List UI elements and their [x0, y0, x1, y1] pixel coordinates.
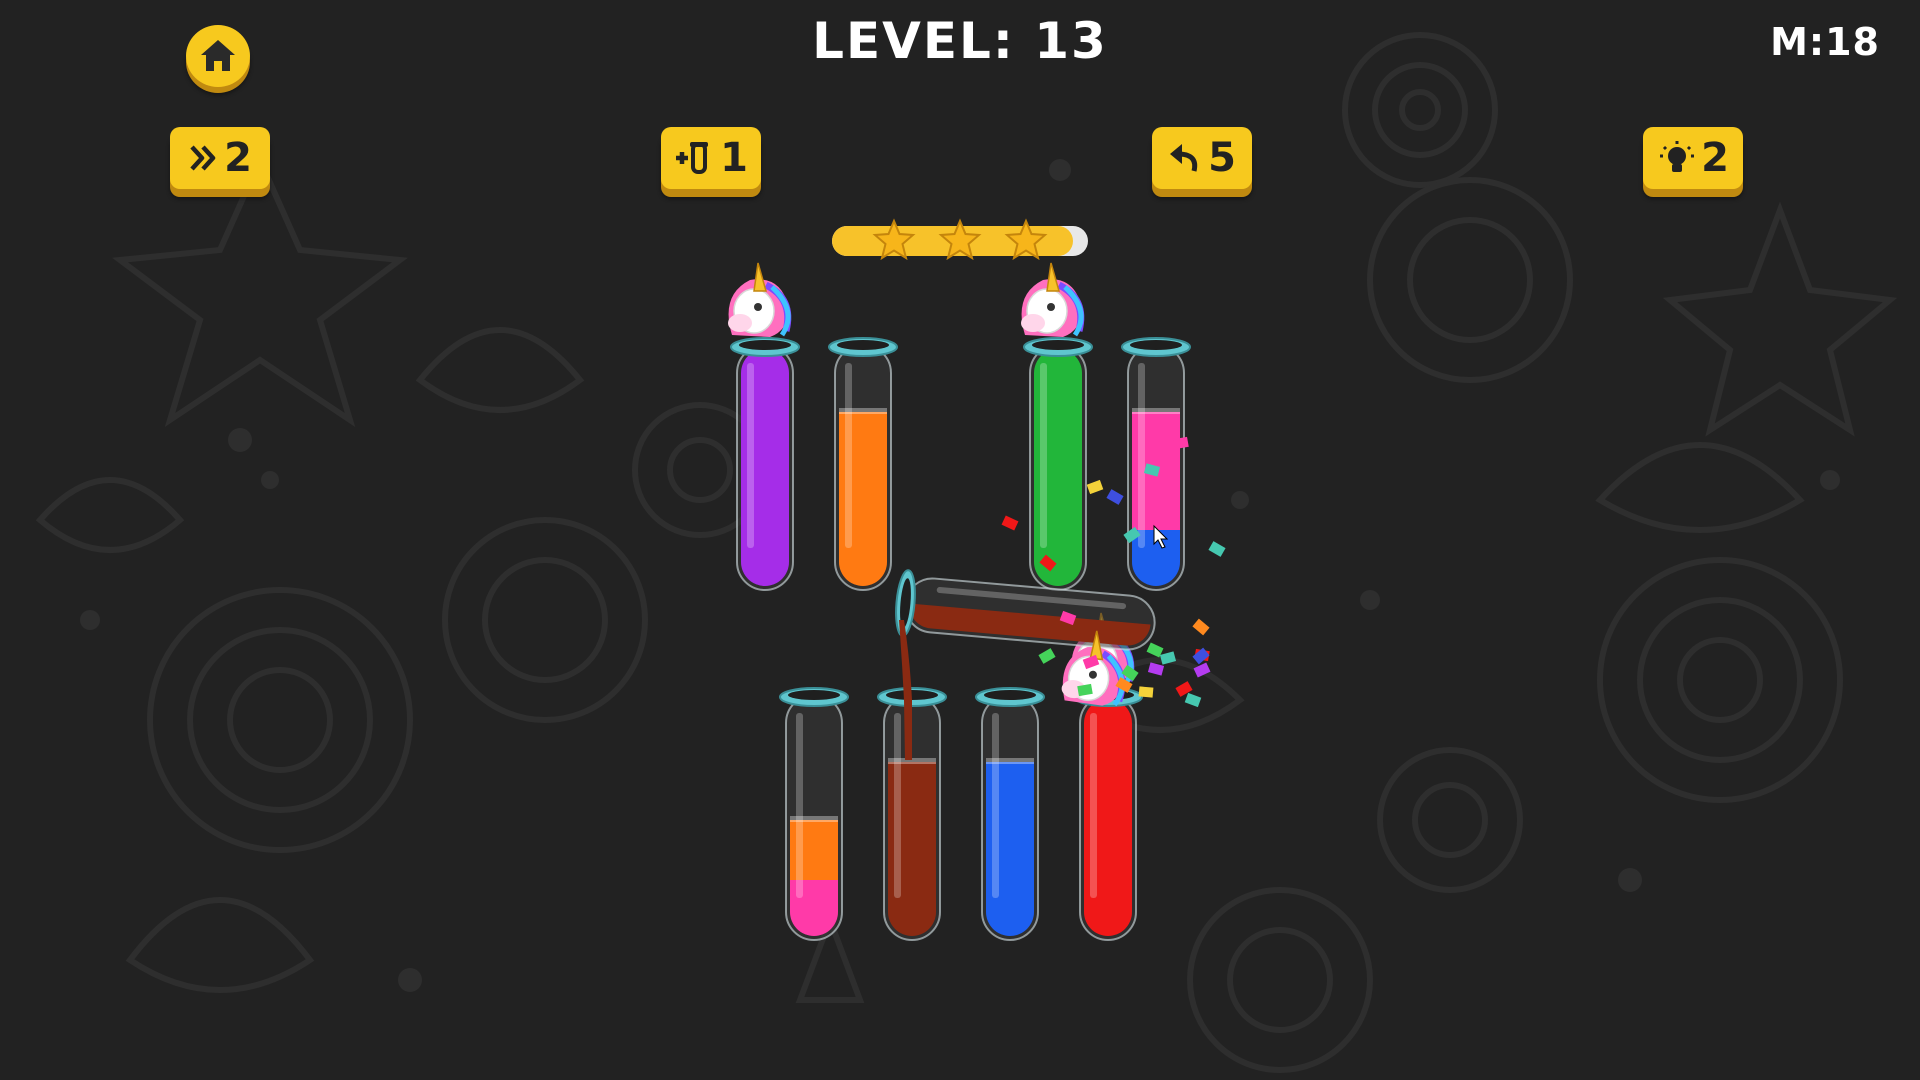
tube-7[interactable]: [975, 687, 1045, 941]
game-board: [728, 262, 1226, 941]
confetti-piece: [1208, 541, 1226, 557]
tube-4[interactable]: [1121, 337, 1191, 591]
tube-2[interactable]: [828, 337, 898, 591]
confetti-piece: [1192, 618, 1210, 636]
unicorn-topper: [728, 262, 792, 337]
confetti-piece: [1086, 479, 1104, 495]
confetti-piece: [1106, 489, 1124, 505]
tube-3[interactable]: [1021, 262, 1093, 591]
confetti-piece: [1147, 662, 1165, 676]
confetti-piece: [1001, 515, 1019, 531]
confetti-piece: [1038, 648, 1056, 664]
confetti-piece: [1193, 662, 1211, 678]
confetti-piece: [1138, 686, 1154, 698]
tube-1[interactable]: [728, 262, 800, 591]
confetti-piece: [1192, 647, 1210, 665]
confetti-piece: [1159, 651, 1177, 665]
tube-5[interactable]: [779, 687, 849, 941]
confetti-piece: [1184, 692, 1202, 708]
unicorn-topper: [1021, 262, 1085, 337]
